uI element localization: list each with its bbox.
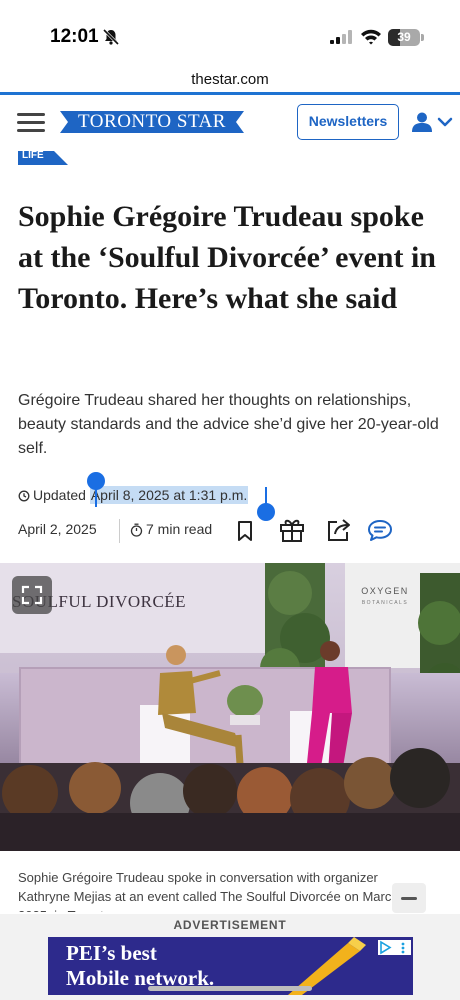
gift-icon[interactable] [279, 517, 305, 543]
ad-choices-glyph [380, 940, 405, 955]
bookmark-icon[interactable] [236, 520, 254, 542]
site-header: TORONTO STAR Newsletters [0, 95, 460, 151]
home-indicator[interactable] [148, 986, 312, 991]
read-time-text: 7 min read [146, 521, 213, 537]
address-bar[interactable]: thestar.com [0, 66, 460, 94]
stopwatch-icon [130, 523, 143, 537]
chevron-down-icon[interactable] [437, 117, 453, 127]
logo-text: TORONTO STAR [78, 111, 226, 132]
minimize-ad-button[interactable] [392, 883, 426, 913]
updated-date-selected[interactable]: April 8, 2025 at 1:31 p.m. [89, 486, 249, 504]
read-time: 7 min read [130, 521, 212, 537]
newsletters-button[interactable]: Newsletters [297, 104, 399, 140]
ad-choices-icon[interactable] [378, 940, 411, 955]
bell-muted-icon [102, 28, 120, 46]
article-dek: Grégoire Trudeau shared her thoughts on … [18, 392, 439, 457]
expand-icon[interactable] [12, 576, 52, 614]
status-time: 12:01 [50, 26, 99, 47]
clock-icon [18, 490, 30, 502]
section-tag[interactable]: LIFE [18, 151, 68, 165]
signal-icon [330, 30, 352, 44]
url-text[interactable]: thestar.com [191, 71, 269, 88]
meta-divider [119, 519, 120, 543]
ad-label: ADVERTISEMENT [173, 918, 287, 932]
share-icon[interactable] [326, 517, 352, 543]
battery-icon: 39 [388, 29, 420, 46]
comment-icon[interactable] [367, 518, 393, 542]
section-tag-label: LIFE [22, 150, 44, 161]
battery-cap [421, 34, 424, 41]
selection-start-handle[interactable] [87, 472, 105, 490]
expand-glyph [21, 585, 43, 605]
menu-icon[interactable] [17, 113, 45, 133]
selection-end-handle[interactable] [257, 503, 275, 521]
updated-label: Updated [33, 487, 86, 503]
status-bar: 12:01 39 [0, 0, 460, 70]
photo-caption: Sophie Grégoire Trudeau spoke in convers… [18, 870, 420, 912]
user-icon[interactable] [411, 111, 433, 133]
photo-brand-text: OXYGEN [361, 586, 409, 596]
article-headline: Sophie Grégoire Trudeau spoke at the ‘So… [18, 200, 436, 315]
updated-line: Updated April 8, 2025 at 1:31 p.m. [18, 486, 249, 504]
published-date: April 2, 2025 [18, 521, 97, 537]
battery-percent: 39 [397, 30, 411, 44]
wifi-icon [361, 29, 381, 45]
photo-brand-subtext: BOTANICALS [361, 600, 409, 606]
site-logo[interactable]: TORONTO STAR [60, 111, 244, 133]
minus-icon [401, 897, 417, 900]
